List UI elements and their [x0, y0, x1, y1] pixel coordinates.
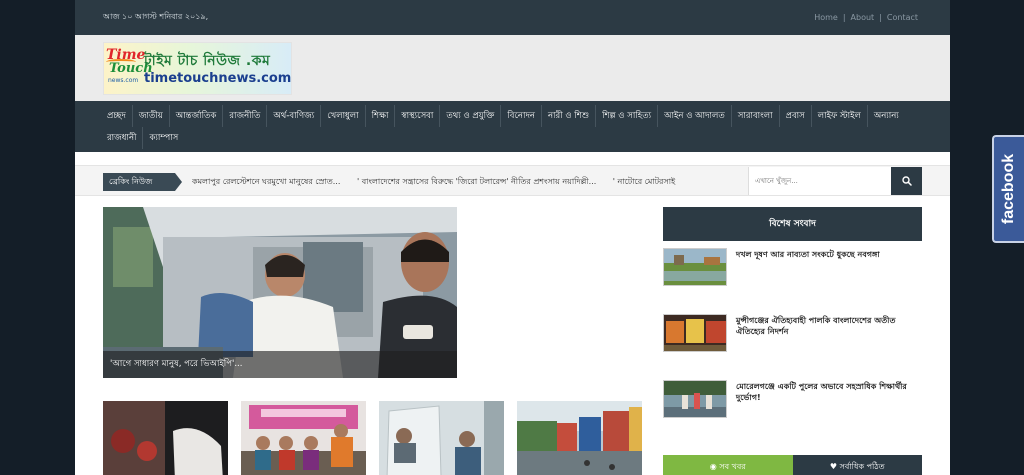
nav-item-education[interactable]: শিক্ষা	[364, 105, 395, 127]
nav-item-women-children[interactable]: নারী ও শিশু	[540, 105, 595, 127]
sidebar-news-item[interactable]: মোরেলগঞ্জে একটি পুলের অভাবে সহস্রাধিক শি…	[663, 380, 922, 420]
breaking-news-ticker: কমলাপুর রেলস্টেশনে ঘরমুখো মানুষের স্রোত.…	[192, 173, 737, 191]
logo-english-text: timetouchnews.com	[144, 71, 292, 86]
nav-item-expat[interactable]: প্রবাস	[778, 105, 811, 127]
tab-most-read[interactable]: ♥ সর্বাধিক পঠিত	[792, 455, 922, 475]
nav-item-country[interactable]: সারাবাংলা	[730, 105, 779, 127]
ticker-headline[interactable]: ' বাংলাদেশের সন্ত্রাসের বিরুদ্ধে 'জিরো ট…	[357, 177, 596, 186]
nav-item-entertainment[interactable]: বিনোদন	[500, 105, 541, 127]
nav-item-law-court[interactable]: আইন ও আদালত	[657, 105, 731, 127]
nav-item-business[interactable]: অর্থ-বাণিজ্য	[266, 105, 320, 127]
nav-item-international[interactable]: আন্তর্জাতিক	[168, 105, 223, 127]
ticker-headline[interactable]: ' নাটোরে মোটরসাই	[613, 177, 675, 186]
nav-item-tech[interactable]: তথ্য ও প্রযুক্তি	[439, 105, 500, 127]
contact-link[interactable]: Contact	[887, 13, 918, 22]
heart-icon: ♥	[829, 462, 838, 471]
link-separator: |	[879, 13, 882, 22]
nav-item-home[interactable]: প্রচ্ছদ	[101, 105, 132, 127]
nav-item-arts-literature[interactable]: শিল্প ও সাহিত্য	[595, 105, 657, 127]
thumbnail-image	[517, 401, 642, 475]
thumbnail-image	[241, 401, 366, 475]
sidebar-tabs: ◉ সব খবর ♥ সর্বাধিক পঠিত	[663, 455, 922, 475]
sidebar-thumbnail[interactable]	[663, 314, 727, 352]
sidebar-news-item[interactable]: মুন্সীগঞ্জের ঐতিহ্যবাহী পালকি বাংলাদেশের…	[663, 314, 922, 354]
search-icon	[901, 176, 912, 186]
sidebar-news-title[interactable]: মুন্সীগঞ্জের ঐতিহ্যবাহী পালকি বাংলাদেশের…	[736, 315, 922, 337]
breaking-news-label: ব্রেকিং নিউজ	[103, 173, 182, 191]
nav-item-others[interactable]: অন্যান্য	[866, 105, 905, 127]
sidebar-news-item[interactable]: দখল দূষণ আর নাব্যতা সংকটে ধুকছে নবগঙ্গা	[663, 248, 922, 288]
nav-item-capital[interactable]: রাজধানী	[101, 127, 142, 149]
search-input[interactable]	[749, 167, 891, 195]
thumbnail-image	[379, 401, 504, 475]
about-link[interactable]: About	[851, 13, 875, 22]
logo-mark-icon: Time Touch news.com	[106, 47, 153, 84]
search-box	[748, 167, 922, 195]
news-thumbnail[interactable]	[379, 401, 504, 475]
sidebar-news-title[interactable]: মোরেলগঞ্জে একটি পুলের অভাবে সহস্রাধিক শি…	[736, 381, 922, 403]
thumbnail-row	[103, 401, 643, 475]
sidebar-thumbnail[interactable]	[663, 380, 727, 418]
special-news-sidebar: বিশেষ সংবাদ দখল দূষণ আর নাব্যতা সংকটে ধু…	[663, 207, 922, 475]
nav-item-lifestyle[interactable]: লাইফ স্টাইল	[810, 105, 867, 127]
featured-caption[interactable]: 'আগে সাধারণ মানুষ, পরে ভিআইপি'...	[103, 351, 457, 378]
ticker-headline[interactable]: কমলাপুর রেলস্টেশনে ঘরমুখো মানুষের স্রোত.…	[192, 177, 340, 186]
site-header: Time Touch news.com টাইম টাচ নিউজ .কম ti…	[75, 35, 950, 101]
sidebar-heading: বিশেষ সংবাদ	[663, 207, 922, 241]
facebook-tab[interactable]: facebook	[992, 135, 1024, 243]
top-bar: আজ ১০ আগস্ট শনিবার ২০১৯, Home | About | …	[75, 0, 950, 35]
chat-icon: ◉	[709, 462, 717, 471]
tab-all-news[interactable]: ◉ সব খবর	[663, 455, 793, 475]
link-separator: |	[842, 13, 846, 22]
nav-item-sports[interactable]: খেলাধুলা	[320, 105, 364, 127]
site-logo[interactable]: Time Touch news.com টাইম টাচ নিউজ .কম ti…	[103, 42, 292, 95]
sidebar-news-title[interactable]: দখল দূষণ আর নাব্যতা সংকটে ধুকছে নবগঙ্গা	[736, 249, 922, 260]
featured-news[interactable]: 'আগে সাধারণ মানুষ, পরে ভিআইপি'...	[103, 207, 457, 378]
current-date: আজ ১০ আগস্ট শনিবার ২০১৯,	[103, 12, 209, 21]
nav-item-campus[interactable]: ক্যাম্পাস	[142, 127, 184, 149]
nav-item-health[interactable]: স্বাস্থ্যসেবা	[394, 105, 439, 127]
nav-item-national[interactable]: জাতীয়	[131, 105, 169, 127]
facebook-label: facebook	[1000, 153, 1017, 225]
breaking-news-bar: ব্রেকিং নিউজ কমলাপুর রেলস্টেশনে ঘরমুখো ম…	[75, 165, 950, 196]
top-links: Home | About | Contact	[814, 13, 918, 22]
news-thumbnail[interactable]	[517, 401, 642, 475]
news-thumbnail[interactable]	[241, 401, 366, 475]
nav-item-politics[interactable]: রাজনীতি	[222, 105, 266, 127]
search-button[interactable]	[891, 167, 922, 195]
main-nav: প্রচ্ছদ জাতীয় আন্তর্জাতিক রাজনীতি অর্থ-…	[75, 101, 950, 152]
thumbnail-image	[103, 401, 228, 475]
logo-bangla-text: টাইম টাচ নিউজ .কম	[144, 53, 271, 69]
news-thumbnail[interactable]	[103, 401, 228, 475]
sidebar-thumbnail[interactable]	[663, 248, 727, 286]
home-link[interactable]: Home	[814, 13, 838, 22]
page-container: আজ ১০ আগস্ট শনিবার ২০১৯, Home | About | …	[75, 0, 950, 475]
